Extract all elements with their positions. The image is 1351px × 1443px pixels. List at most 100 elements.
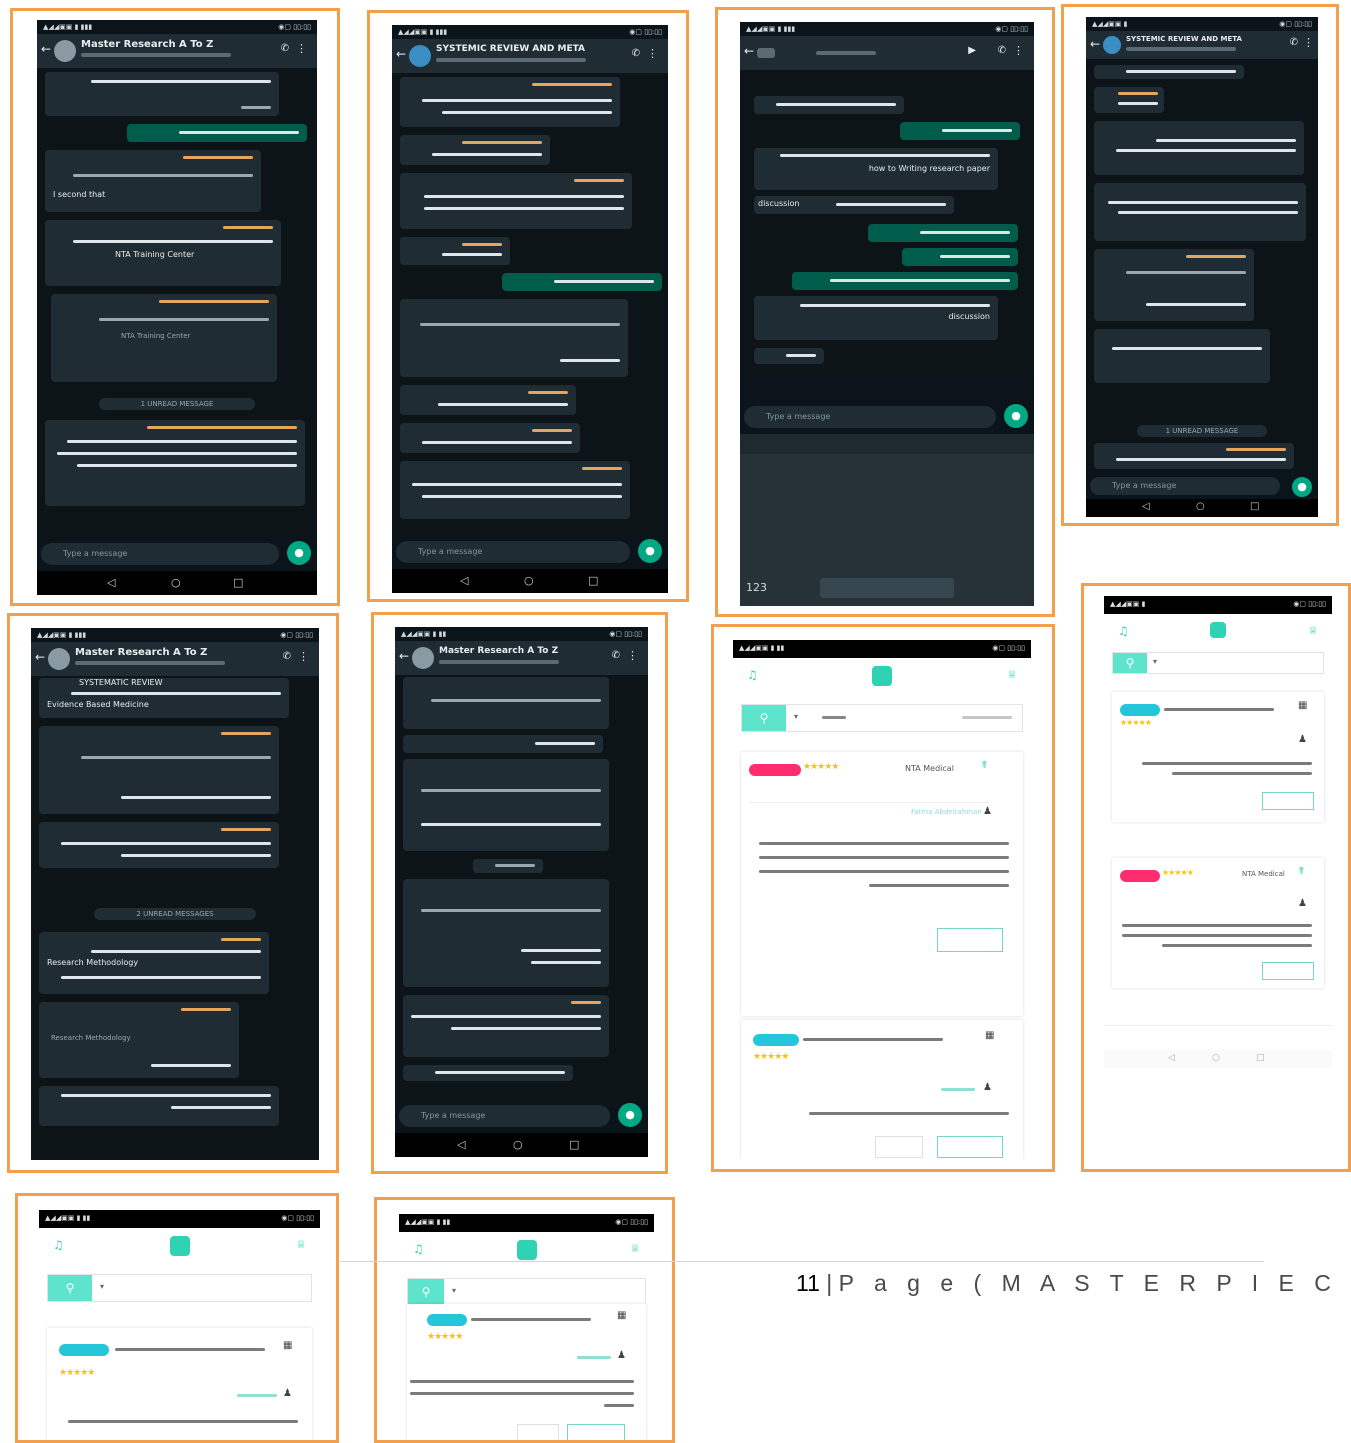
- call-icon[interactable]: ✆: [1290, 37, 1298, 48]
- call-icon[interactable]: ✆: [998, 45, 1006, 56]
- group-avatar[interactable]: [409, 45, 431, 67]
- reply-button[interactable]: [1262, 792, 1314, 810]
- back-arrow-icon[interactable]: ←: [396, 47, 406, 61]
- search-icon[interactable]: ⚲: [1113, 653, 1147, 673]
- message-bubble: [400, 299, 628, 377]
- search-bar[interactable]: ⚲ ▾: [741, 704, 1023, 732]
- back-nav-icon[interactable]: ◁: [1142, 501, 1150, 512]
- status-bar: ▲◢◢▣▣ ▮ ▮▮ ◉▢ ▯▯:▯▯: [733, 640, 1031, 658]
- back-arrow-icon[interactable]: ←: [399, 649, 409, 663]
- contact-avatar[interactable]: [757, 48, 775, 58]
- chat-header: ← ▶ ✆ ⋮: [740, 36, 1034, 70]
- trophy-icon[interactable]: ♕: [1007, 668, 1017, 681]
- home-nav-icon[interactable]: ○: [171, 576, 181, 589]
- recents-nav-icon[interactable]: □: [1250, 501, 1259, 512]
- chat-header: ← SYSTEMIC REVIEW AND META ✆ ⋮: [1086, 31, 1318, 59]
- search-bar[interactable]: ⚲ ▾: [1112, 652, 1324, 674]
- back-arrow-icon[interactable]: ←: [35, 650, 45, 664]
- like-button[interactable]: [517, 1424, 559, 1440]
- trophy-icon[interactable]: ♕: [1308, 624, 1318, 637]
- message-input[interactable]: Type a message: [396, 541, 630, 563]
- message-text: Research Methodology: [51, 1034, 131, 1042]
- back-arrow-icon[interactable]: ←: [1090, 37, 1100, 51]
- message-input[interactable]: Type a message: [41, 543, 279, 565]
- dropdown-icon[interactable]: ▾: [1153, 657, 1157, 666]
- chat-title[interactable]: Master Research A To Z: [75, 647, 207, 658]
- search-bar[interactable]: ⚲ ▾: [407, 1278, 646, 1306]
- video-call-icon[interactable]: ▶: [968, 45, 976, 56]
- mic-icon[interactable]: ●: [618, 1103, 642, 1127]
- dropdown-icon[interactable]: ▾: [452, 1286, 456, 1295]
- search-icon[interactable]: ⚲: [48, 1275, 92, 1301]
- space-key[interactable]: [820, 578, 954, 598]
- like-button[interactable]: [875, 1136, 923, 1158]
- back-nav-icon[interactable]: ◁: [457, 1138, 465, 1151]
- reply-button[interactable]: [937, 1136, 1003, 1158]
- menu-icon[interactable]: ⋮: [1013, 44, 1024, 57]
- bell-icon[interactable]: ♫: [1118, 624, 1129, 638]
- back-nav-icon[interactable]: ◁: [460, 574, 468, 587]
- numbers-key[interactable]: 123: [746, 581, 767, 594]
- review-card: ★★★★★ NTA Medical ☤ Fatma Abdelrahman ♟: [741, 752, 1023, 1016]
- group-avatar[interactable]: [54, 40, 76, 62]
- call-icon[interactable]: ✆: [632, 48, 640, 59]
- message-text: SYSTEMATIC REVIEW: [79, 678, 163, 687]
- group-avatar[interactable]: [1103, 36, 1121, 54]
- app-logo: [516, 1240, 537, 1260]
- recents-nav-icon[interactable]: □: [1256, 1053, 1265, 1063]
- search-icon[interactable]: ⚲: [742, 705, 786, 731]
- dropdown-icon[interactable]: ▾: [100, 1282, 104, 1291]
- message-bubble: [1094, 183, 1306, 241]
- dropdown-icon[interactable]: ▾: [794, 712, 798, 721]
- recents-nav-icon[interactable]: □: [588, 574, 598, 587]
- recents-nav-icon[interactable]: □: [233, 576, 243, 589]
- star-rating: ★★★★★: [1120, 718, 1152, 727]
- recents-nav-icon[interactable]: □: [569, 1138, 579, 1151]
- back-nav-icon[interactable]: ◁: [1168, 1053, 1175, 1063]
- back-nav-icon[interactable]: ◁: [107, 576, 115, 589]
- status-badge: [749, 764, 801, 776]
- bell-icon[interactable]: ♫: [413, 1242, 424, 1256]
- reply-button[interactable]: [1262, 962, 1314, 980]
- menu-icon[interactable]: ⋮: [1303, 36, 1314, 49]
- home-nav-icon[interactable]: ○: [524, 574, 534, 587]
- message-input[interactable]: Type a message: [1090, 477, 1280, 495]
- menu-icon[interactable]: ⋮: [647, 47, 658, 60]
- trophy-icon[interactable]: ♕: [296, 1238, 306, 1251]
- home-nav-icon[interactable]: ○: [1212, 1053, 1220, 1063]
- reply-button[interactable]: [937, 928, 1003, 952]
- search-bar[interactable]: ⚲ ▾: [47, 1274, 312, 1302]
- mic-icon[interactable]: ●: [287, 541, 311, 565]
- bell-icon[interactable]: ♫: [53, 1238, 64, 1252]
- mic-icon[interactable]: ●: [1004, 404, 1028, 428]
- home-nav-icon[interactable]: ○: [1196, 501, 1205, 512]
- mic-icon[interactable]: ●: [638, 539, 662, 563]
- search-icon[interactable]: ⚲: [408, 1279, 444, 1305]
- menu-icon[interactable]: ⋮: [627, 649, 638, 662]
- bell-icon[interactable]: ♫: [747, 668, 758, 682]
- trophy-icon[interactable]: ♕: [630, 1242, 640, 1255]
- chat-title[interactable]: SYSTEMIC REVIEW AND META: [1126, 35, 1242, 43]
- back-arrow-icon[interactable]: ←: [744, 44, 754, 58]
- menu-icon[interactable]: ⋮: [298, 650, 309, 663]
- message-text: how to Writing research paper: [868, 164, 990, 173]
- message-input[interactable]: Type a message: [399, 1105, 610, 1127]
- chat-title[interactable]: SYSTEMIC REVIEW AND META: [436, 44, 585, 54]
- message-input[interactable]: Type a message: [744, 406, 996, 428]
- call-icon[interactable]: ✆: [281, 43, 289, 54]
- reply-button[interactable]: [567, 1424, 625, 1440]
- home-nav-icon[interactable]: ○: [513, 1138, 523, 1151]
- message-text: NTA Training Center: [115, 250, 195, 259]
- message-bubble: how to Writing research paper: [754, 148, 998, 190]
- call-icon[interactable]: ✆: [612, 650, 620, 661]
- menu-icon[interactable]: ⋮: [296, 42, 307, 55]
- group-avatar[interactable]: [412, 647, 434, 669]
- chat-title[interactable]: Master Research A To Z: [81, 39, 213, 50]
- chat-title[interactable]: Master Research A To Z: [439, 646, 558, 656]
- android-nav-bar: ◁ ○ □: [1104, 1050, 1332, 1068]
- mic-icon[interactable]: ●: [1292, 477, 1312, 497]
- back-arrow-icon[interactable]: ←: [41, 42, 51, 56]
- call-icon[interactable]: ✆: [283, 651, 291, 662]
- app-top-bar: ♫ ♕: [733, 658, 1031, 700]
- group-avatar[interactable]: [48, 648, 70, 670]
